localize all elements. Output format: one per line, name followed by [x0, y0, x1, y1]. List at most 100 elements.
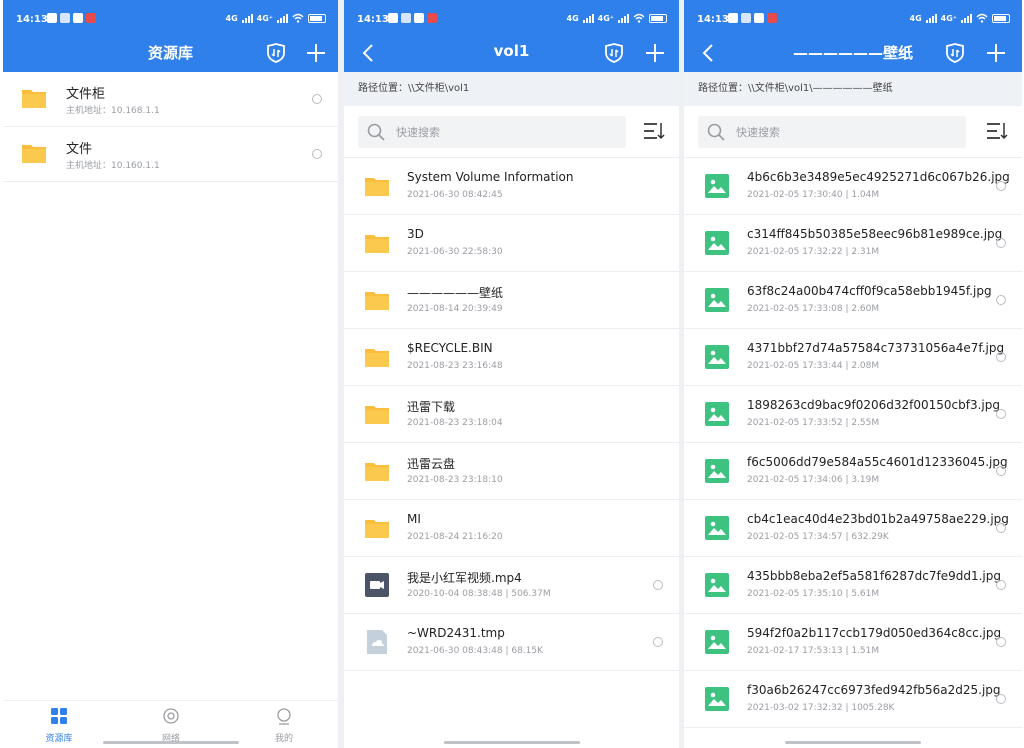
sort-icon[interactable]: [986, 121, 1008, 141]
item-host: 主机地址：10.168.1.1: [66, 106, 160, 116]
list-item[interactable]: f30a6b26247cc6973fed942fb56a2d25.jpg 2021…: [684, 671, 1022, 728]
top-bar: 14:13 4G 4G⁺ 资源库: [3, 0, 338, 72]
network-label: 4G: [225, 13, 238, 23]
nav-network[interactable]: 网络: [141, 707, 201, 744]
status-bar: 14:13 4G 4G⁺: [3, 0, 338, 36]
item-meta: 2021-08-23 23:18:04: [407, 418, 503, 428]
signal-icon: [925, 13, 937, 23]
battery-icon: [308, 13, 326, 23]
item-meta: 2021-08-14 20:39:49: [407, 304, 503, 314]
nav-library[interactable]: 资源库: [29, 707, 89, 744]
select-radio[interactable]: [996, 352, 1006, 362]
nav-label: 资源库: [45, 734, 73, 744]
select-radio[interactable]: [996, 295, 1006, 305]
network-label: 4G⁺: [597, 13, 614, 23]
list-item[interactable]: 435bbb8eba2ef5a581f6287dc7fe9dd1.jpg 2021…: [684, 557, 1022, 614]
notification-icon: [401, 13, 411, 23]
network-icon: [163, 708, 179, 724]
item-name: System Volume Information: [407, 170, 574, 184]
notification-icon: [767, 13, 777, 23]
select-radio[interactable]: [996, 466, 1006, 476]
home-indicator[interactable]: [785, 741, 921, 744]
status-bar: 14:13 4G 4G⁺: [684, 0, 1022, 36]
status-time: 14:13: [357, 14, 389, 25]
home-indicator[interactable]: [443, 741, 580, 744]
grid-icon: [51, 708, 67, 724]
item-meta: 2021-03-02 17:32:32 | 1005.28K: [747, 703, 895, 713]
select-radio[interactable]: [312, 94, 322, 104]
select-radio[interactable]: [996, 580, 1006, 590]
image-file-icon: [705, 231, 729, 255]
title-bar: ——————壁纸: [684, 36, 1022, 72]
page-title: 资源库: [147, 44, 193, 62]
list-item[interactable]: 文件柜 主机地址：10.168.1.1: [3, 72, 338, 127]
add-icon[interactable]: [643, 41, 667, 65]
image-file-icon: [705, 402, 729, 426]
network-label: 4G⁺: [940, 13, 957, 23]
folder-icon: [365, 292, 389, 310]
list-item[interactable]: c314ff845b50385e58eec96b81e989ce.jpg 2021…: [684, 215, 1022, 272]
item-name: ~WRD2431.tmp: [407, 626, 505, 640]
select-radio[interactable]: [996, 181, 1006, 191]
folder-icon: [22, 145, 46, 163]
select-radio[interactable]: [996, 409, 1006, 419]
select-radio[interactable]: [996, 637, 1006, 647]
item-meta: 2021-08-23 23:16:48: [407, 361, 503, 371]
select-radio[interactable]: [996, 523, 1006, 533]
select-radio[interactable]: [653, 580, 663, 590]
system-icons: 4G 4G⁺: [225, 13, 326, 23]
wifi-icon: [292, 13, 304, 23]
item-meta: 2021-02-05 17:34:06 | 3.19M: [747, 475, 880, 485]
item-name: 文件柜: [66, 87, 106, 102]
list-item[interactable]: $RECYCLE.BIN 2021-08-23 23:16:48: [344, 329, 679, 386]
item-name: 迅雷云盘: [407, 457, 456, 471]
sort-icon[interactable]: [643, 121, 665, 141]
notification-icon: [741, 13, 751, 23]
list-item[interactable]: 迅雷下载 2021-08-23 23:18:04: [344, 386, 679, 443]
list-item[interactable]: cb4c1eac40d4e23bd01b2a49758ae229.jpg 2021…: [684, 500, 1022, 557]
folder-icon: [365, 520, 389, 538]
home-indicator[interactable]: [102, 741, 239, 744]
search-input[interactable]: 快速搜索: [358, 116, 626, 148]
notification-icon: [47, 13, 57, 23]
search-input[interactable]: 快速搜索: [698, 116, 966, 148]
list-item[interactable]: System Volume Information 2021-06-30 08:4…: [344, 158, 679, 215]
list-item[interactable]: 4b6c6b3e3489e5ec4925271d6c067b26.jpg 2021…: [684, 158, 1022, 215]
select-radio[interactable]: [996, 694, 1006, 704]
select-radio[interactable]: [653, 637, 663, 647]
image-file-icon: [705, 174, 729, 198]
list-item[interactable]: 3D 2021-06-30 22:58:30: [344, 215, 679, 272]
list-item[interactable]: 63f8c24a00b474cff0f9ca58ebb1945f.jpg 2021…: [684, 272, 1022, 329]
list-item[interactable]: 迅雷云盘 2021-08-23 23:18:10: [344, 443, 679, 500]
sort-shield-icon[interactable]: [603, 42, 625, 64]
signal-icon: [961, 13, 972, 23]
list-item[interactable]: ~WRD2431.tmp 2021-06-30 08:43:48 | 68.15K: [344, 614, 679, 671]
sort-shield-icon[interactable]: [944, 42, 966, 64]
signal-icon: [618, 13, 629, 23]
screens-container: 14:13 4G 4G⁺ 资源库 文件柜 主机地址：10.168.1.1 文件 …: [0, 0, 1024, 748]
list-item[interactable]: f6c5006dd79e584a55c4601d12336045.jpg 2021…: [684, 443, 1022, 500]
item-name: 迅雷下载: [407, 400, 456, 414]
nav-mine[interactable]: 我的: [254, 707, 314, 744]
folder-icon: [365, 406, 389, 424]
add-icon[interactable]: [984, 41, 1008, 65]
item-name: 4371bbf27d74a57584c73731056a4e7f.jpg: [747, 341, 1005, 355]
list-item[interactable]: 我是小红军视频.mp4 2020-10-04 08:38:48 | 506.37M: [344, 557, 679, 614]
system-icons: 4G 4G⁺: [910, 13, 1010, 23]
item-meta: 2021-06-30 08:43:48 | 68.15K: [407, 646, 544, 656]
network-label: 4G⁺: [256, 13, 273, 23]
list-item[interactable]: MI 2021-08-24 21:16:20: [344, 500, 679, 557]
list-item[interactable]: 文件 主机地址：10.160.1.1: [3, 127, 338, 182]
server-list: 文件柜 主机地址：10.168.1.1 文件 主机地址：10.160.1.1: [3, 72, 338, 182]
list-item[interactable]: ——————壁纸 2021-08-14 20:39:49: [344, 272, 679, 329]
image-file-icon: [705, 516, 729, 540]
sort-shield-icon[interactable]: [265, 42, 287, 64]
add-icon[interactable]: [304, 41, 328, 65]
search-placeholder: 快速搜索: [736, 126, 780, 139]
list-item[interactable]: 4371bbf27d74a57584c73731056a4e7f.jpg 2021…: [684, 329, 1022, 386]
select-radio[interactable]: [996, 238, 1006, 248]
list-item[interactable]: 594f2f0a2b117ccb179d050ed364c8cc.jpg 2021…: [684, 614, 1022, 671]
list-item[interactable]: 1898263cd9bac9f0206d32f00150cbf3.jpg 2021…: [684, 386, 1022, 443]
select-radio[interactable]: [312, 149, 322, 159]
item-meta: 2021-08-24 21:16:20: [407, 532, 503, 542]
